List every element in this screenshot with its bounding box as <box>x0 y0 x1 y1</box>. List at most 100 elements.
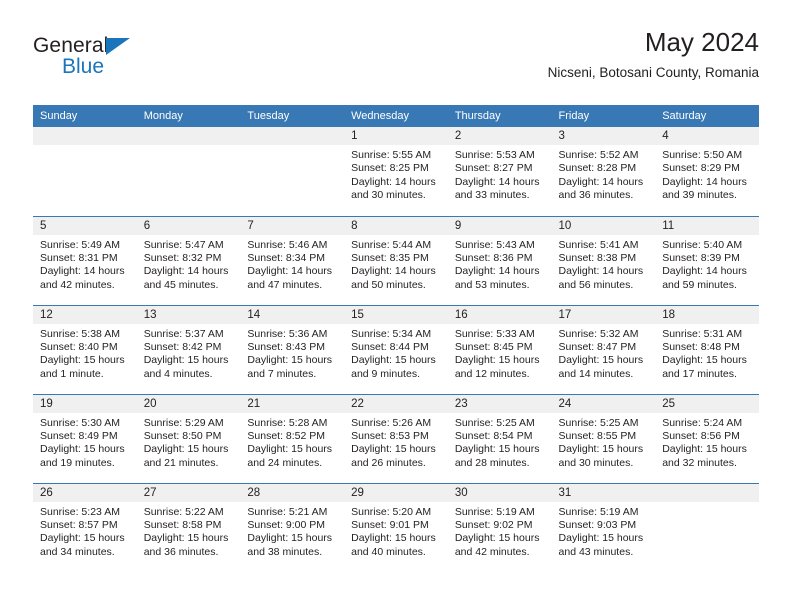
day-details: Sunrise: 5:55 AM Sunset: 8:25 PM Daylight:… <box>344 145 448 203</box>
sunrise-text: Sunrise: 5:25 AM <box>558 416 639 429</box>
calendar-day-cell[interactable]: 29 Sunrise: 5:20 AM Sunset: 9:01 PM Dayligh… <box>344 482 448 572</box>
daylight-text-line1: Daylight: 15 hours <box>662 354 747 367</box>
calendar-day-cell[interactable]: 3 Sunrise: 5:52 AM Sunset: 8:28 PM Daylight… <box>551 127 656 216</box>
calendar-day-cell[interactable]: 20 Sunrise: 5:29 AM Sunset: 8:50 PM Dayligh… <box>136 393 241 483</box>
daylight-text-line2: and 53 minutes. <box>454 278 530 291</box>
day-details: Sunrise: 5:52 AM Sunset: 8:28 PM Daylight:… <box>552 145 656 203</box>
sunrise-text: Sunrise: 5:22 AM <box>143 505 224 518</box>
day-details: Sunrise: 5:41 AM Sunset: 8:38 PM Daylight:… <box>552 235 656 293</box>
calendar-day-cell[interactable]: 18 Sunrise: 5:31 AM Sunset: 8:48 PM Dayligh… <box>655 304 759 394</box>
calendar-day-cell[interactable]: 24 Sunrise: 5:25 AM Sunset: 8:55 PM Dayligh… <box>551 393 656 483</box>
calendar-day-cell[interactable]: 1 Sunrise: 5:55 AM Sunset: 8:25 PM Daylight… <box>344 127 448 216</box>
calendar-day-cell[interactable]: 16 Sunrise: 5:33 AM Sunset: 8:45 PM Dayligh… <box>447 304 552 394</box>
day-number: 1 <box>344 127 448 145</box>
daylight-text-line1: Daylight: 15 hours <box>247 354 333 367</box>
sunrise-text: Sunrise: 5:25 AM <box>454 416 535 429</box>
calendar-day-cell[interactable]: 17 Sunrise: 5:32 AM Sunset: 8:47 PM Dayligh… <box>551 304 656 394</box>
sunset-text: Sunset: 9:03 PM <box>558 518 637 531</box>
day-details: Sunrise: 5:43 AM Sunset: 8:36 PM Daylight:… <box>448 235 552 293</box>
calendar-day-cell[interactable]: 8 Sunrise: 5:44 AM Sunset: 8:35 PM Daylight… <box>344 215 448 305</box>
sunset-text: Sunset: 8:53 PM <box>351 429 429 442</box>
sunrise-text: Sunrise: 5:34 AM <box>351 327 432 340</box>
sunset-text: Sunset: 9:02 PM <box>454 518 533 531</box>
sunset-text: Sunset: 8:57 PM <box>40 518 118 531</box>
calendar-day-cell[interactable]: 11 Sunrise: 5:40 AM Sunset: 8:39 PM Dayligh… <box>655 215 759 305</box>
day-number: 22 <box>344 394 448 413</box>
calendar-day-cell[interactable]: 27 Sunrise: 5:22 AM Sunset: 8:58 PM Dayligh… <box>136 482 241 572</box>
daylight-text-line1: Daylight: 15 hours <box>143 443 229 456</box>
day-details: Sunrise: 5:50 AM Sunset: 8:29 PM Daylight:… <box>655 145 759 203</box>
calendar-day-cell[interactable]: 9 Sunrise: 5:43 AM Sunset: 8:36 PM Daylight… <box>447 215 552 305</box>
daylight-text-line1: Daylight: 14 hours <box>40 265 125 278</box>
day-number <box>655 483 759 502</box>
day-number: 20 <box>136 394 241 413</box>
daylight-text-line1: Daylight: 15 hours <box>454 354 540 367</box>
calendar-day-cell[interactable]: 5 Sunrise: 5:49 AM Sunset: 8:31 PM Daylight… <box>33 215 137 305</box>
daylight-text-line1: Daylight: 15 hours <box>454 443 540 456</box>
sunset-text: Sunset: 8:44 PM <box>351 340 429 353</box>
day-details: Sunrise: 5:44 AM Sunset: 8:35 PM Daylight:… <box>344 235 448 293</box>
calendar-day-cell[interactable]: 4 Sunrise: 5:50 AM Sunset: 8:29 PM Daylight… <box>655 127 759 216</box>
logo-text-blue: Blue <box>62 55 105 78</box>
general-blue-logo[interactable]: General Blue <box>33 34 233 86</box>
sunrise-text: Sunrise: 5:23 AM <box>40 505 120 518</box>
weekday-header-sunday: Sunday <box>33 105 137 127</box>
calendar-day-cell[interactable]: 26 Sunrise: 5:23 AM Sunset: 8:57 PM Dayligh… <box>33 482 137 572</box>
calendar-day-cell[interactable]: 7 Sunrise: 5:46 AM Sunset: 8:34 PM Daylight… <box>240 215 345 305</box>
day-details: Sunrise: 5:37 AM Sunset: 8:42 PM Daylight:… <box>137 324 241 382</box>
sunrise-text: Sunrise: 5:52 AM <box>558 149 639 161</box>
day-number: 9 <box>447 216 552 235</box>
daylight-text-line2: and 19 minutes. <box>40 456 115 469</box>
daylight-text-line2: and 26 minutes. <box>351 456 426 469</box>
calendar-day-cell[interactable]: 2 Sunrise: 5:53 AM Sunset: 8:27 PM Daylight… <box>447 127 552 216</box>
calendar-day-cell[interactable]: 12 Sunrise: 5:38 AM Sunset: 8:40 PM Dayligh… <box>33 304 137 394</box>
daylight-text-line2: and 56 minutes. <box>558 278 634 291</box>
sunset-text: Sunset: 8:27 PM <box>454 162 533 175</box>
sunrise-text: Sunrise: 5:36 AM <box>247 327 328 340</box>
daylight-text-line1: Daylight: 14 hours <box>351 265 436 278</box>
weekday-header-thursday: Thursday <box>447 105 552 127</box>
calendar-day-cell[interactable]: 21 Sunrise: 5:28 AM Sunset: 8:52 PM Dayligh… <box>240 393 345 483</box>
sunset-text: Sunset: 8:38 PM <box>558 251 637 264</box>
daylight-text-line1: Daylight: 15 hours <box>662 443 747 456</box>
day-number: 29 <box>344 483 448 502</box>
calendar-day-cell[interactable]: 22 Sunrise: 5:26 AM Sunset: 8:53 PM Dayligh… <box>344 393 448 483</box>
sunrise-text: Sunrise: 5:37 AM <box>143 327 224 340</box>
day-details: Sunrise: 5:23 AM Sunset: 8:57 PM Daylight:… <box>33 502 137 560</box>
calendar-day-cell[interactable]: 19 Sunrise: 5:30 AM Sunset: 8:49 PM Dayligh… <box>33 393 137 483</box>
daylight-text-line2: and 38 minutes. <box>247 545 323 558</box>
day-details: Sunrise: 5:34 AM Sunset: 8:44 PM Daylight:… <box>344 324 448 382</box>
daylight-text-line2: and 12 minutes. <box>454 367 530 380</box>
weekday-header-tuesday: Tuesday <box>240 105 345 127</box>
sunset-text: Sunset: 8:34 PM <box>247 251 326 264</box>
calendar-day-cell[interactable]: 6 Sunrise: 5:47 AM Sunset: 8:32 PM Daylight… <box>136 215 241 305</box>
day-details: Sunrise: 5:38 AM Sunset: 8:40 PM Daylight:… <box>33 324 137 382</box>
calendar-day-cell[interactable]: 25 Sunrise: 5:24 AM Sunset: 8:56 PM Dayligh… <box>655 393 759 483</box>
daylight-text-line1: Daylight: 15 hours <box>247 532 333 545</box>
calendar-day-cell[interactable]: 13 Sunrise: 5:37 AM Sunset: 8:42 PM Dayligh… <box>136 304 241 394</box>
calendar-day-cell[interactable]: 14 Sunrise: 5:36 AM Sunset: 8:43 PM Dayligh… <box>240 304 345 394</box>
calendar-day-cell[interactable]: 10 Sunrise: 5:41 AM Sunset: 8:38 PM Dayligh… <box>551 215 656 305</box>
calendar-day-cell[interactable]: 31 Sunrise: 5:19 AM Sunset: 9:03 PM Dayligh… <box>551 482 656 572</box>
day-details: Sunrise: 5:25 AM Sunset: 8:54 PM Daylight:… <box>448 413 552 471</box>
day-details: Sunrise: 5:46 AM Sunset: 8:34 PM Daylight:… <box>240 235 344 293</box>
day-number: 13 <box>136 305 241 324</box>
daylight-text-line2: and 36 minutes. <box>558 189 634 202</box>
calendar-day-cell[interactable]: 23 Sunrise: 5:25 AM Sunset: 8:54 PM Dayligh… <box>447 393 552 483</box>
sunrise-text: Sunrise: 5:44 AM <box>351 238 432 251</box>
day-number: 17 <box>551 305 656 324</box>
sunrise-text: Sunrise: 5:24 AM <box>662 416 743 429</box>
day-details: Sunrise: 5:24 AM Sunset: 8:56 PM Daylight:… <box>655 413 759 471</box>
calendar-day-cell[interactable]: 28 Sunrise: 5:21 AM Sunset: 9:00 PM Dayligh… <box>240 482 345 572</box>
day-number: 15 <box>344 305 448 324</box>
sunset-text: Sunset: 8:54 PM <box>454 429 533 442</box>
daylight-text-line2: and 17 minutes. <box>662 367 737 380</box>
daylight-text-line2: and 30 minutes. <box>351 189 426 202</box>
daylight-text-line2: and 50 minutes. <box>351 278 426 291</box>
calendar-day-cell[interactable]: 30 Sunrise: 5:19 AM Sunset: 9:02 PM Dayligh… <box>447 482 552 572</box>
day-number: 4 <box>655 127 759 145</box>
daylight-text-line2: and 4 minutes. <box>143 367 213 380</box>
day-number: 12 <box>33 305 137 324</box>
calendar-day-cell[interactable]: 15 Sunrise: 5:34 AM Sunset: 8:44 PM Dayligh… <box>344 304 448 394</box>
sunset-text: Sunset: 8:48 PM <box>662 340 740 353</box>
